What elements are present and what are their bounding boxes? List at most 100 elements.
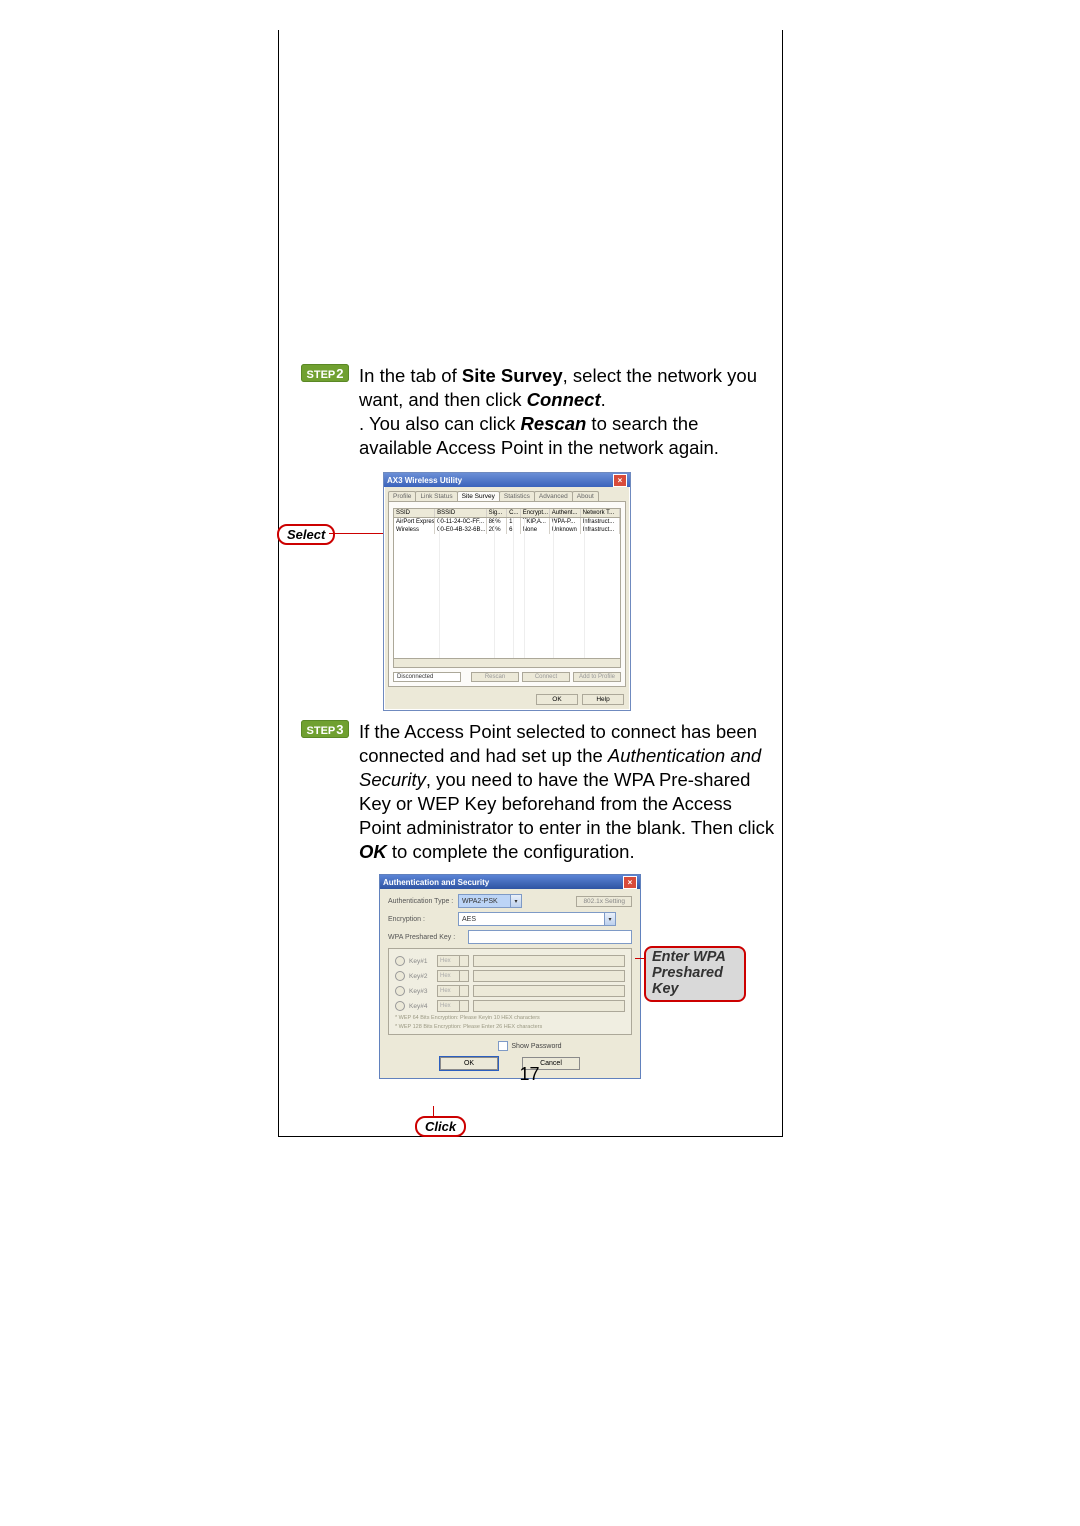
key3-input[interactable] bbox=[473, 985, 625, 997]
show-password-label: Show Password bbox=[511, 1043, 561, 1050]
key1-label: Key#1 bbox=[409, 958, 433, 965]
auth-dialog: Authentication and Security × Authentica… bbox=[379, 874, 641, 1079]
chevron-down-icon bbox=[459, 956, 468, 966]
radio-key3[interactable] bbox=[395, 986, 405, 996]
encryption-row: Encryption : AES ▾ bbox=[388, 912, 632, 926]
key2-format[interactable]: Hex bbox=[437, 970, 469, 982]
wep-key2-row: Key#2 Hex bbox=[395, 970, 625, 982]
ok-button[interactable]: OK bbox=[536, 694, 578, 705]
chevron-down-icon bbox=[459, 1001, 468, 1011]
auth-type-select[interactable]: WPA2-PSK ▾ bbox=[458, 894, 522, 908]
scroll-right-icon[interactable]: › bbox=[610, 659, 620, 667]
radio-key1[interactable] bbox=[395, 956, 405, 966]
key3-label: Key#3 bbox=[409, 988, 433, 995]
callout-click: Click bbox=[415, 1116, 466, 1137]
tab-link-status[interactable]: Link Status bbox=[415, 491, 457, 501]
help-button[interactable]: Help bbox=[582, 694, 624, 705]
step2-badge: STEP2 bbox=[301, 364, 349, 382]
key2-label: Key#2 bbox=[409, 973, 433, 980]
status-box: Disconnected bbox=[393, 672, 461, 682]
encryption-label: Encryption : bbox=[388, 916, 458, 923]
wep-key1-row: Key#1 Hex bbox=[395, 955, 625, 967]
step2-b1: Site Survey bbox=[462, 365, 563, 386]
chevron-down-icon bbox=[459, 986, 468, 996]
key4-format[interactable]: Hex bbox=[437, 1000, 469, 1012]
col-enc[interactable]: Encrypt... bbox=[521, 509, 550, 517]
auth-type-row: Authentication Type : WPA2-PSK ▾ 802.1x … bbox=[388, 894, 632, 908]
chevron-down-icon: ▾ bbox=[510, 895, 521, 907]
psk-input[interactable] bbox=[468, 930, 632, 944]
cell-sig: 20% bbox=[487, 526, 507, 534]
site-survey-bottom: Disconnected Rescan Connect Add to Profi… bbox=[393, 672, 621, 682]
show-password-checkbox[interactable]: Show Password bbox=[498, 1041, 561, 1051]
window-titlebar: AX3 Wireless Utility × bbox=[384, 473, 630, 487]
tab-site-survey[interactable]: Site Survey bbox=[457, 491, 500, 501]
callout-enter-wpa: Enter WPA Preshared Key bbox=[644, 946, 746, 1002]
add-profile-button[interactable]: Add to Profile bbox=[573, 672, 621, 682]
chevron-down-icon bbox=[459, 971, 468, 981]
key2-fmt: Hex bbox=[440, 973, 451, 979]
table-row[interactable]: Wireless 00-E0-4B-32-6B... 20% 6 None Un… bbox=[394, 526, 620, 534]
step3-badge: STEP3 bbox=[301, 720, 349, 738]
scroll-left-icon[interactable]: ‹ bbox=[394, 659, 404, 667]
auth-dialog-wrap: Authentication and Security × Authentica… bbox=[279, 874, 782, 1136]
step2-bi1: Connect bbox=[527, 389, 601, 410]
step3-text: If the Access Point selected to connect … bbox=[359, 720, 776, 864]
auth-type-label: Authentication Type : bbox=[388, 898, 458, 905]
chevron-down-icon: ▾ bbox=[604, 913, 615, 925]
auth-foot: Show Password bbox=[388, 1041, 632, 1051]
connect-button[interactable]: Connect bbox=[522, 672, 570, 682]
site-survey-window-wrap: AX3 Wireless Utility × Profile Link Stat… bbox=[279, 472, 782, 712]
wep-help2: * WEP 128 Bits Encryption: Please Enter … bbox=[395, 1024, 625, 1030]
key3-format[interactable]: Hex bbox=[437, 985, 469, 997]
encryption-select[interactable]: AES ▾ bbox=[458, 912, 616, 926]
tab-profile[interactable]: Profile bbox=[388, 491, 416, 501]
site-survey-panel: SSID BSSID Sig... C... Encrypt... Authen… bbox=[388, 501, 626, 687]
auth-type-value: WPA2-PSK bbox=[462, 898, 498, 905]
key4-input[interactable] bbox=[473, 1000, 625, 1012]
col-auth[interactable]: Authent... bbox=[550, 509, 581, 517]
tab-statistics[interactable]: Statistics bbox=[499, 491, 535, 501]
cell-auth: Unknown bbox=[550, 526, 581, 534]
step2-dot: . bbox=[601, 389, 606, 410]
key1-input[interactable] bbox=[473, 955, 625, 967]
radio-key2[interactable] bbox=[395, 971, 405, 981]
cell-auth: WPA-P... bbox=[550, 518, 581, 526]
checkbox-box bbox=[498, 1041, 508, 1051]
cell-ssid: Wireless bbox=[394, 526, 435, 534]
s3-b1: OK bbox=[359, 841, 387, 862]
wep-box: Key#1 Hex Key#2 Hex Key#3 Hex bbox=[388, 948, 632, 1035]
step2-badge-text: STEP2 bbox=[307, 366, 344, 381]
radio-key4[interactable] bbox=[395, 1001, 405, 1011]
step3-badge-text: STEP3 bbox=[307, 722, 344, 737]
site-survey-window: AX3 Wireless Utility × Profile Link Stat… bbox=[383, 472, 631, 711]
tab-about[interactable]: About bbox=[572, 491, 599, 501]
s3-t3: to complete the configuration. bbox=[387, 841, 635, 862]
col-bssid[interactable]: BSSID bbox=[435, 509, 486, 517]
8021x-setting-button[interactable]: 802.1x Setting bbox=[576, 896, 632, 907]
cell-enc: None bbox=[521, 526, 550, 534]
col-c[interactable]: C... bbox=[507, 509, 521, 517]
cell-net: Infrastruct... bbox=[581, 526, 620, 534]
tab-advanced[interactable]: Advanced bbox=[534, 491, 573, 501]
grid-header: SSID BSSID Sig... C... Encrypt... Authen… bbox=[394, 509, 620, 518]
auth-titlebar: Authentication and Security × bbox=[380, 875, 640, 889]
key3-fmt: Hex bbox=[440, 988, 451, 994]
wep-help1: * WEP 64 Bits Encryption: Please Keyin 1… bbox=[395, 1015, 625, 1021]
col-sig[interactable]: Sig... bbox=[487, 509, 507, 517]
col-net[interactable]: Network T... bbox=[581, 509, 620, 517]
step2-t1: In the tab of bbox=[359, 365, 462, 386]
cell-bssid: 00-E0-4B-32-6B... bbox=[435, 526, 486, 534]
col-ssid[interactable]: SSID bbox=[394, 509, 435, 517]
key1-format[interactable]: Hex bbox=[437, 955, 469, 967]
key2-input[interactable] bbox=[473, 970, 625, 982]
encryption-value: AES bbox=[462, 916, 476, 923]
close-icon[interactable]: × bbox=[613, 474, 627, 487]
wep-key4-row: Key#4 Hex bbox=[395, 1000, 625, 1012]
table-row[interactable]: AirPort Express 00-11-24-0C-FF... 86% 1 … bbox=[394, 518, 620, 526]
rescan-button[interactable]: Rescan bbox=[471, 672, 519, 682]
step3-row: STEP3 If the Access Point selected to co… bbox=[279, 720, 782, 864]
network-grid: SSID BSSID Sig... C... Encrypt... Authen… bbox=[393, 508, 621, 668]
close-icon[interactable]: × bbox=[623, 876, 637, 889]
grid-body[interactable]: AirPort Express 00-11-24-0C-FF... 86% 1 … bbox=[394, 518, 620, 667]
